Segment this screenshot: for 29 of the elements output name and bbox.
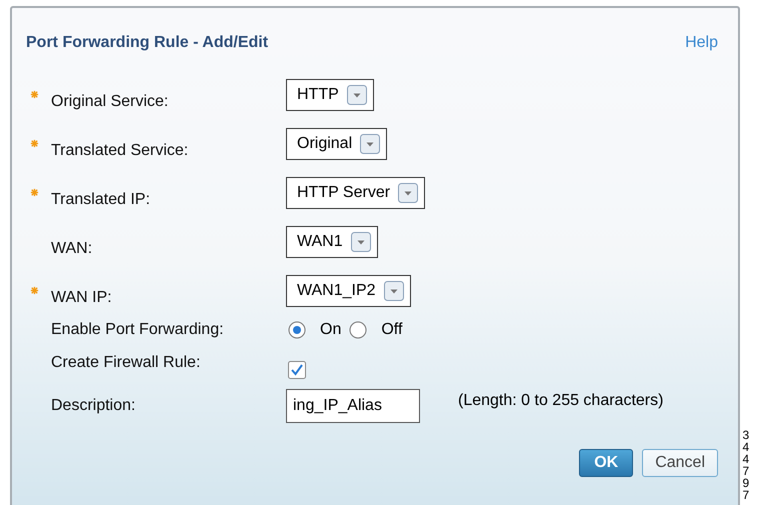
caret-icon [360,134,380,154]
figure-number: 344797 [742,429,750,501]
checkbox[interactable] [288,361,306,379]
description-input[interactable]: ing_IP_Alias [286,389,420,423]
field-label: Create Firewall Rule: [51,354,200,372]
field-label: WAN: [51,240,92,258]
radio-label: On [320,321,342,339]
dropdown[interactable]: WAN1 [286,226,378,258]
field-label: Translated IP: [51,190,150,208]
caret-icon [346,84,367,104]
radio-button[interactable] [349,321,368,339]
caret-icon [398,182,418,202]
radio-label: Off [381,321,402,339]
field-label: Translated Service: [51,142,188,160]
dropdown[interactable]: HTTP Server [286,176,426,208]
dialog-title: Port Forwarding Rule - Add/Edit [26,34,268,52]
dropdown[interactable]: WAN1_IP2 [286,274,411,306]
help-link[interactable]: Help [685,34,718,52]
caret-icon [384,280,404,300]
radio-button[interactable] [288,321,306,339]
field-label: WAN IP: [51,288,112,306]
field-label: Enable Port Forwarding: [51,321,224,339]
field-label: Description: [51,397,136,415]
length-hint: (Length: 0 to 255 characters) [458,392,664,410]
cancel-button[interactable]: Cancel [642,449,718,477]
dropdown[interactable]: Original [286,128,388,160]
field-label: Original Service: [51,92,168,110]
caret-icon [350,232,371,252]
dropdown[interactable]: HTTP [286,78,374,110]
